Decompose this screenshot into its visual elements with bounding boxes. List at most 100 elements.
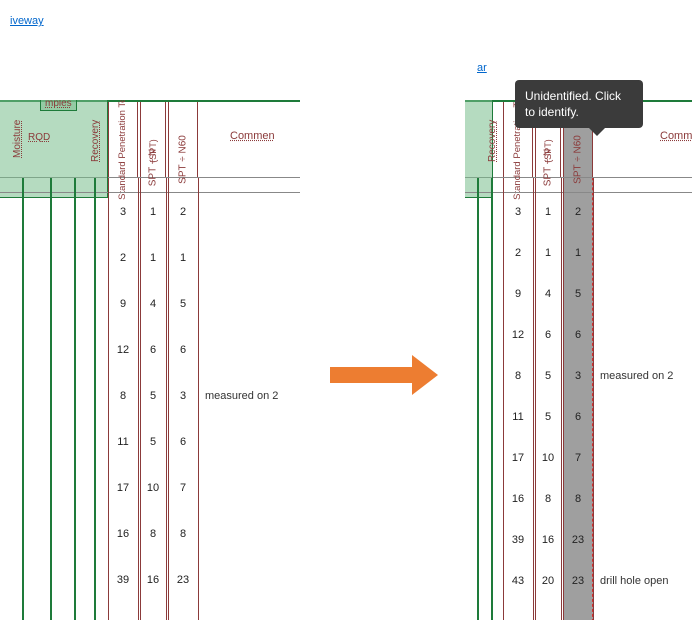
cell-spt: 39 bbox=[108, 574, 138, 586]
table-row: 1688 bbox=[0, 518, 300, 564]
cell-spt-n60: 7 bbox=[563, 452, 593, 464]
cell-note: drill hole open bbox=[600, 575, 669, 587]
cell-spt: 39 bbox=[503, 534, 533, 546]
cell-spt-n60: 1 bbox=[168, 252, 198, 264]
table-row: 1266 bbox=[0, 334, 300, 380]
link-top-left[interactable]: iveway bbox=[10, 15, 44, 27]
table-row: 312 bbox=[465, 196, 692, 237]
cell-spt: 12 bbox=[108, 344, 138, 356]
cell-spt: 3 bbox=[503, 206, 533, 218]
cell-spt: 8 bbox=[503, 370, 533, 382]
cell-spt-n: 1 bbox=[140, 206, 166, 218]
header-comments-left[interactable]: Commen bbox=[230, 130, 275, 142]
cell-spt-n: 1 bbox=[535, 206, 561, 218]
panel-after: Recovery Standard Penetration Test (SPT)… bbox=[465, 100, 692, 620]
cell-spt-n60: 1 bbox=[563, 247, 593, 259]
header-col-spt-test-label: Standard Penetration Test bbox=[118, 100, 128, 200]
header-rqd[interactable]: RQD bbox=[28, 132, 50, 143]
cell-spt-n: 4 bbox=[535, 288, 561, 300]
arrow-icon bbox=[330, 355, 440, 395]
cell-spt-n60: 6 bbox=[168, 436, 198, 448]
cell-spt-n60: 2 bbox=[563, 206, 593, 218]
cell-spt-n60: 5 bbox=[168, 298, 198, 310]
cell-spt-n60: 6 bbox=[563, 329, 593, 341]
tooltip-unidentified[interactable]: Unidentified. Click to identify. bbox=[515, 80, 643, 128]
cell-spt-n60: 3 bbox=[168, 390, 198, 402]
cell-spt-n60: 23 bbox=[563, 534, 593, 546]
cell-spt-n: 6 bbox=[140, 344, 166, 356]
table-row: 853 measured on 2 bbox=[465, 360, 692, 401]
header-col-spt-n-label-right: SPT ÷ N bbox=[543, 149, 554, 187]
cell-spt-n60: 8 bbox=[168, 528, 198, 540]
table-row: 1156 bbox=[465, 401, 692, 442]
header-col-spt-n60-label: SPT ÷ N60 bbox=[178, 135, 189, 184]
cell-note: measured on 2 bbox=[600, 370, 673, 382]
cell-spt-n60: 23 bbox=[563, 575, 593, 587]
link-top-right-b[interactable]: ar bbox=[477, 62, 487, 74]
cell-spt-n: 20 bbox=[535, 575, 561, 587]
cell-spt: 2 bbox=[503, 247, 533, 259]
cell-spt-n: 6 bbox=[535, 329, 561, 341]
cell-spt: 11 bbox=[108, 436, 138, 448]
cell-spt-n: 5 bbox=[535, 370, 561, 382]
cell-note: measured on 2 bbox=[205, 390, 278, 402]
cell-spt-n: 5 bbox=[535, 411, 561, 423]
header-comments-right[interactable]: Comm bbox=[660, 130, 692, 142]
cell-spt-n: 8 bbox=[535, 493, 561, 505]
header-left: mples Moisture RQD Recovery Standard Pen… bbox=[0, 100, 300, 178]
header-col-spt-test[interactable]: Standard Penetration Test bbox=[108, 102, 138, 177]
panel-before: mples Moisture RQD Recovery Standard Pen… bbox=[0, 100, 300, 620]
header-samples[interactable]: mples bbox=[40, 100, 77, 111]
cell-spt-n60: 7 bbox=[168, 482, 198, 494]
cell-spt: 43 bbox=[503, 575, 533, 587]
table-row: 945 bbox=[0, 288, 300, 334]
tooltip-text: Unidentified. Click to identify. bbox=[525, 89, 621, 119]
table-row: 1266 bbox=[465, 319, 692, 360]
header-recovery[interactable]: Recovery bbox=[90, 120, 101, 162]
cell-spt: 11 bbox=[503, 411, 533, 423]
table-row: 312 bbox=[0, 196, 300, 242]
data-body-left: 3122119451266853measured on 211561710716… bbox=[0, 196, 300, 610]
header-moisture[interactable]: Moisture bbox=[12, 120, 23, 158]
table-row: 17107 bbox=[465, 442, 692, 483]
table-row: 432023 drill hole open bbox=[465, 565, 692, 606]
cell-spt-n: 16 bbox=[535, 534, 561, 546]
table-row: 391623 bbox=[465, 524, 692, 565]
table-row: 945 bbox=[465, 278, 692, 319]
header-col-spt-n60-label-right: SPT ÷ N60 bbox=[573, 135, 584, 184]
header-col-spt-n60[interactable]: SPT ÷ N60 bbox=[168, 102, 198, 177]
table-row: 211 bbox=[465, 237, 692, 278]
data-body-right: 3122119451266853measured on 211561710716… bbox=[465, 196, 692, 606]
table-row: 17107 bbox=[0, 472, 300, 518]
cell-spt-n: 5 bbox=[140, 390, 166, 402]
header-col-spt-n-label: SPT ÷ N bbox=[148, 149, 159, 187]
cell-spt-n60: 3 bbox=[563, 370, 593, 382]
cell-spt-n: 10 bbox=[535, 452, 561, 464]
cell-spt-n60: 6 bbox=[563, 411, 593, 423]
cell-spt: 8 bbox=[108, 390, 138, 402]
table-row: 211 bbox=[0, 242, 300, 288]
cell-spt: 3 bbox=[108, 206, 138, 218]
cell-spt: 2 bbox=[108, 252, 138, 264]
cell-spt-n: 10 bbox=[140, 482, 166, 494]
table-row: 853 measured on 2 bbox=[0, 380, 300, 426]
cell-spt-n60: 23 bbox=[168, 574, 198, 586]
cell-spt-n: 16 bbox=[140, 574, 166, 586]
cell-spt: 16 bbox=[108, 528, 138, 540]
cell-spt: 12 bbox=[503, 329, 533, 341]
table-row: 1156 bbox=[0, 426, 300, 472]
cell-spt: 9 bbox=[108, 298, 138, 310]
table-row: 391623 bbox=[0, 564, 300, 610]
cell-spt-n: 1 bbox=[535, 247, 561, 259]
cell-spt: 17 bbox=[503, 452, 533, 464]
cell-spt-n60: 2 bbox=[168, 206, 198, 218]
cell-spt: 17 bbox=[108, 482, 138, 494]
cell-spt: 9 bbox=[503, 288, 533, 300]
cell-spt-n: 4 bbox=[140, 298, 166, 310]
header-col-spt-n[interactable]: (SPT) SPT ÷ N bbox=[140, 102, 166, 177]
cell-spt: 16 bbox=[503, 493, 533, 505]
table-row: 1688 bbox=[465, 483, 692, 524]
cell-spt-n: 1 bbox=[140, 252, 166, 264]
cell-spt-n: 5 bbox=[140, 436, 166, 448]
header-recovery-right[interactable]: Recovery bbox=[487, 120, 498, 162]
